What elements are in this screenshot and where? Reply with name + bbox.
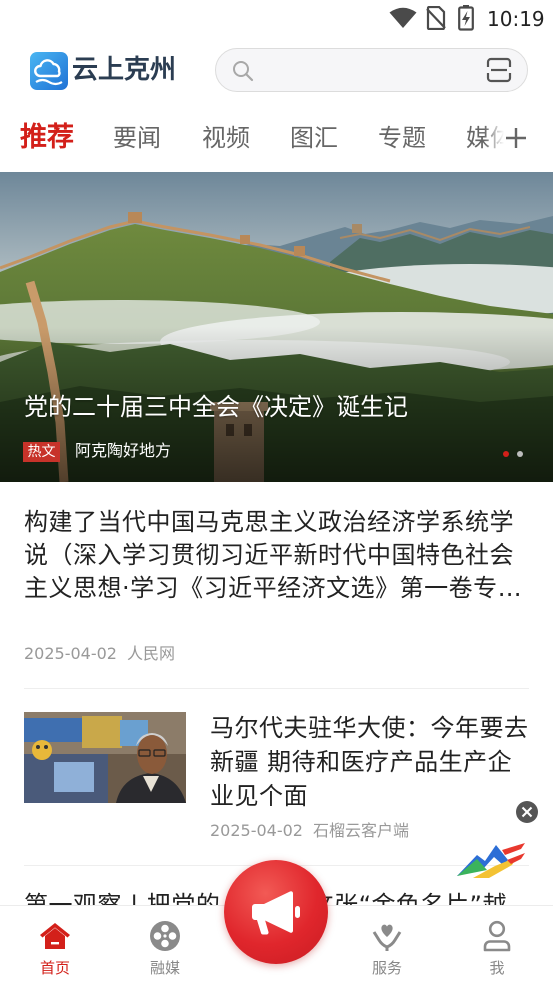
tab-gallery[interactable]: 图汇 (290, 116, 338, 160)
scan-icon[interactable] (486, 57, 512, 83)
status-time: 10:19 (487, 7, 545, 31)
nav-label: 融媒 (149, 959, 180, 977)
film-reel-icon (150, 921, 180, 951)
nav-label: 我 (489, 959, 505, 977)
channel-tabs: 推荐 要闻 视频 图汇 专题 媒体 (0, 116, 553, 160)
article-source: 人民网 (127, 644, 176, 663)
banner-source: 阿克陶好地方 (75, 441, 172, 460)
nav-item-home[interactable]: 首页 (15, 906, 95, 983)
nav-item-me[interactable]: 我 (457, 906, 537, 983)
thumbnail-image (24, 712, 186, 803)
article-thumbnail[interactable] (24, 712, 186, 803)
app-name: 云上克州 (72, 55, 177, 85)
nav-label: 服务 (371, 959, 402, 977)
megaphone-icon (252, 891, 300, 935)
tab-topics[interactable]: 专题 (378, 116, 426, 160)
banner-image (0, 172, 553, 482)
tab-news[interactable]: 要闻 (113, 116, 161, 160)
banner-carousel[interactable] (0, 172, 553, 482)
banner-tag-badge: 热文 (23, 442, 60, 462)
article-title[interactable]: 构建了当代中国马克思主义政治经济学系统学说（深入学习贯彻习近平新时代中国特色社会… (24, 506, 529, 605)
cloud-logo-icon (30, 52, 68, 90)
search-input[interactable] (215, 48, 528, 92)
nav-label: 首页 (39, 959, 70, 977)
article-title[interactable]: 马尔代夫驻华大使：今年要去新疆 期待和医疗产品生产企业见个面 (210, 711, 532, 813)
home-icon (40, 923, 70, 949)
battery-charging-icon (458, 5, 474, 31)
close-icon (521, 806, 533, 818)
carousel-dot[interactable] (517, 451, 523, 457)
mountain-logo-icon (457, 843, 525, 878)
plus-icon[interactable] (505, 127, 527, 149)
nav-item-services[interactable]: 服务 (347, 906, 427, 983)
close-button[interactable] (516, 801, 538, 823)
article-date: 2025-04-02 (210, 821, 303, 840)
broadcast-button[interactable] (224, 860, 328, 964)
person-icon (483, 920, 511, 952)
banner-title[interactable]: 党的二十届三中全会《决定》诞生记 (24, 391, 524, 423)
status-bar: 10:19 (0, 0, 553, 36)
no-sim-icon (426, 6, 446, 30)
floating-promo-button[interactable] (455, 836, 527, 880)
article-date: 2025-04-02 (24, 644, 117, 663)
nav-item-media[interactable]: 融媒 (125, 906, 205, 983)
wifi-icon (389, 7, 417, 28)
tab-recommend[interactable]: 推荐 (20, 116, 74, 160)
article-source: 石榴云客户端 (313, 821, 410, 840)
heart-hand-icon (372, 924, 402, 951)
carousel-dot-active[interactable] (503, 451, 509, 457)
search-icon (233, 61, 254, 82)
tab-video[interactable]: 视频 (202, 116, 250, 160)
